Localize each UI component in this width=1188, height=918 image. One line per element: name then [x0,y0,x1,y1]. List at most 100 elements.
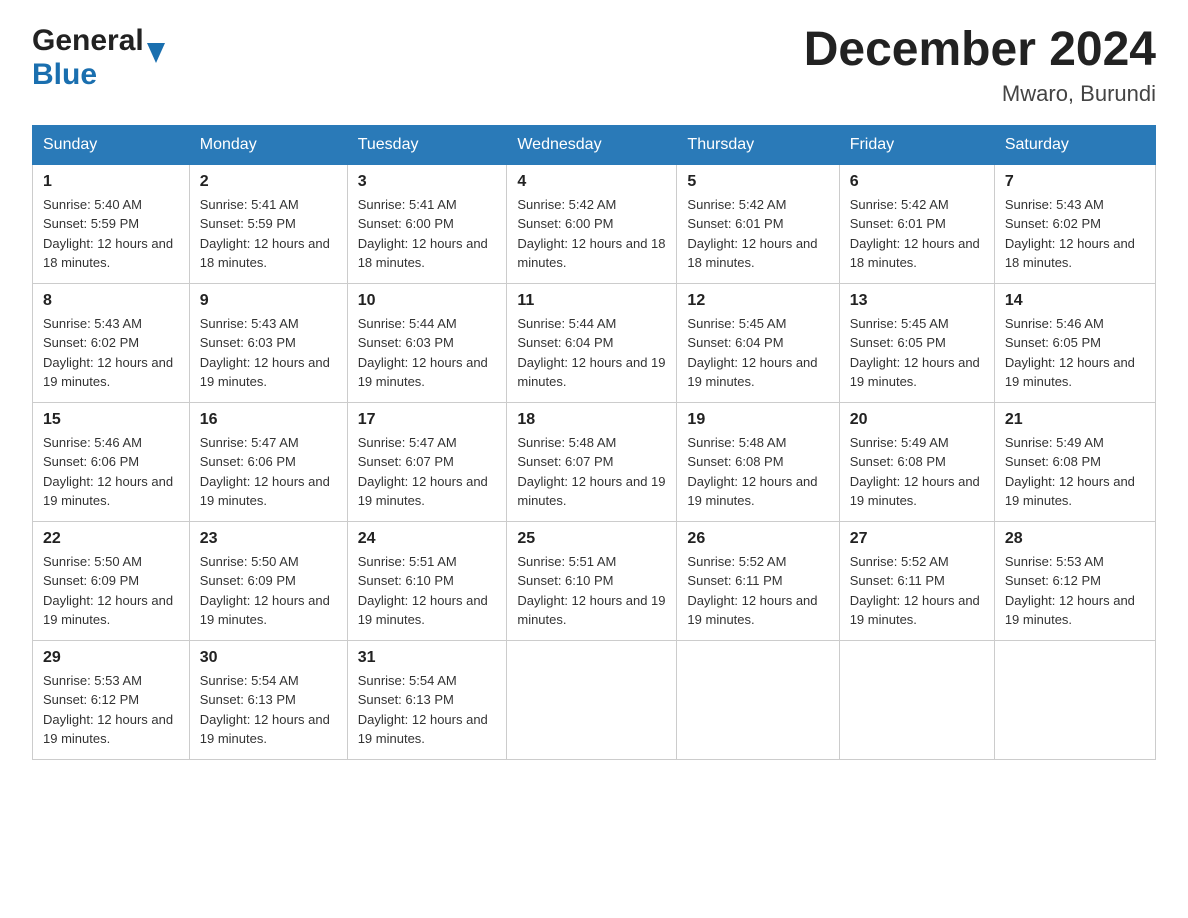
calendar-cell: 4Sunrise: 5:42 AMSunset: 6:00 PMDaylight… [507,164,677,283]
calendar-cell: 7 Sunrise: 5:43 AMSunset: 6:02 PMDaylight… [994,164,1155,283]
day-info: Sunrise: 5:44 AMSunset: 6:04 PMDaylight:… [517,316,665,390]
header-wednesday: Wednesday [507,125,677,164]
calendar-cell: 3Sunrise: 5:41 AMSunset: 6:00 PMDaylight… [347,164,507,283]
calendar-cell: 21 Sunrise: 5:49 AMSunset: 6:08 PMDayligh… [994,402,1155,521]
calendar-cell: 2 Sunrise: 5:41 AMSunset: 5:59 PMDaylight… [189,164,347,283]
day-number: 7 [1005,173,1145,191]
day-number: 15 [43,411,179,429]
day-info: Sunrise: 5:48 AMSunset: 6:07 PMDaylight:… [517,435,665,509]
day-number: 28 [1005,530,1145,548]
calendar-cell: 6Sunrise: 5:42 AMSunset: 6:01 PMDaylight… [839,164,994,283]
day-number: 19 [687,411,828,429]
week-row-3: 15 Sunrise: 5:46 AMSunset: 6:06 PMDayligh… [33,402,1156,521]
day-info: Sunrise: 5:44 AMSunset: 6:03 PMDaylight:… [358,316,488,390]
calendar-cell: 19 Sunrise: 5:48 AMSunset: 6:08 PMDayligh… [677,402,839,521]
calendar-cell: 20Sunrise: 5:49 AMSunset: 6:08 PMDayligh… [839,402,994,521]
day-number: 1 [43,173,179,191]
day-info: Sunrise: 5:52 AMSunset: 6:11 PMDaylight:… [687,554,817,628]
calendar-cell: 22Sunrise: 5:50 AMSunset: 6:09 PMDayligh… [33,521,190,640]
calendar-cell: 16Sunrise: 5:47 AMSunset: 6:06 PMDayligh… [189,402,347,521]
week-row-5: 29Sunrise: 5:53 AMSunset: 6:12 PMDayligh… [33,640,1156,759]
day-info: Sunrise: 5:42 AMSunset: 6:01 PMDaylight:… [687,197,817,271]
calendar-body: 1 Sunrise: 5:40 AMSunset: 5:59 PMDaylight… [33,164,1156,759]
day-number: 30 [200,649,337,667]
header-row: SundayMondayTuesdayWednesdayThursdayFrid… [33,125,1156,164]
calendar-cell: 8 Sunrise: 5:43 AMSunset: 6:02 PMDaylight… [33,283,190,402]
day-info: Sunrise: 5:40 AMSunset: 5:59 PMDaylight:… [43,197,173,271]
day-number: 20 [850,411,984,429]
calendar-cell: 25 Sunrise: 5:51 AMSunset: 6:10 PMDayligh… [507,521,677,640]
day-number: 12 [687,292,828,310]
header-monday: Monday [189,125,347,164]
day-info: Sunrise: 5:47 AMSunset: 6:07 PMDaylight:… [358,435,488,509]
day-info: Sunrise: 5:49 AMSunset: 6:08 PMDaylight:… [1005,435,1135,509]
calendar-cell: 14Sunrise: 5:46 AMSunset: 6:05 PMDayligh… [994,283,1155,402]
day-info: Sunrise: 5:46 AMSunset: 6:06 PMDaylight:… [43,435,173,509]
calendar-cell [994,640,1155,759]
day-number: 31 [358,649,497,667]
title-area: December 2024 Mwaro, Burundi [804,24,1156,107]
day-number: 10 [358,292,497,310]
day-number: 23 [200,530,337,548]
week-row-4: 22Sunrise: 5:50 AMSunset: 6:09 PMDayligh… [33,521,1156,640]
day-number: 25 [517,530,666,548]
calendar-cell: 13 Sunrise: 5:45 AMSunset: 6:05 PMDayligh… [839,283,994,402]
day-number: 24 [358,530,497,548]
day-info: Sunrise: 5:51 AMSunset: 6:10 PMDaylight:… [517,554,665,628]
day-info: Sunrise: 5:43 AMSunset: 6:02 PMDaylight:… [1005,197,1135,271]
calendar-cell: 27Sunrise: 5:52 AMSunset: 6:11 PMDayligh… [839,521,994,640]
day-info: Sunrise: 5:45 AMSunset: 6:05 PMDaylight:… [850,316,980,390]
day-number: 22 [43,530,179,548]
day-number: 26 [687,530,828,548]
day-info: Sunrise: 5:41 AMSunset: 5:59 PMDaylight:… [200,197,330,271]
day-number: 9 [200,292,337,310]
calendar-cell: 23Sunrise: 5:50 AMSunset: 6:09 PMDayligh… [189,521,347,640]
calendar-cell: 11 Sunrise: 5:44 AMSunset: 6:04 PMDayligh… [507,283,677,402]
calendar-cell: 29Sunrise: 5:53 AMSunset: 6:12 PMDayligh… [33,640,190,759]
header-thursday: Thursday [677,125,839,164]
header-saturday: Saturday [994,125,1155,164]
calendar-cell [677,640,839,759]
day-number: 5 [687,173,828,191]
calendar-cell: 9 Sunrise: 5:43 AMSunset: 6:03 PMDaylight… [189,283,347,402]
header-friday: Friday [839,125,994,164]
calendar-cell: 28 Sunrise: 5:53 AMSunset: 6:12 PMDayligh… [994,521,1155,640]
day-number: 8 [43,292,179,310]
day-number: 2 [200,173,337,191]
header-tuesday: Tuesday [347,125,507,164]
day-info: Sunrise: 5:48 AMSunset: 6:08 PMDaylight:… [687,435,817,509]
day-info: Sunrise: 5:47 AMSunset: 6:06 PMDaylight:… [200,435,330,509]
day-info: Sunrise: 5:43 AMSunset: 6:02 PMDaylight:… [43,316,173,390]
calendar-cell: 12Sunrise: 5:45 AMSunset: 6:04 PMDayligh… [677,283,839,402]
day-info: Sunrise: 5:43 AMSunset: 6:03 PMDaylight:… [200,316,330,390]
calendar-cell: 26 Sunrise: 5:52 AMSunset: 6:11 PMDayligh… [677,521,839,640]
day-info: Sunrise: 5:41 AMSunset: 6:00 PMDaylight:… [358,197,488,271]
logo: General Blue [32,24,147,92]
calendar-header: SundayMondayTuesdayWednesdayThursdayFrid… [33,125,1156,164]
day-number: 6 [850,173,984,191]
calendar-cell: 1 Sunrise: 5:40 AMSunset: 5:59 PMDaylight… [33,164,190,283]
logo-general-text: General [32,24,144,58]
day-info: Sunrise: 5:51 AMSunset: 6:10 PMDaylight:… [358,554,488,628]
calendar-cell: 30 Sunrise: 5:54 AMSunset: 6:13 PMDayligh… [189,640,347,759]
day-info: Sunrise: 5:54 AMSunset: 6:13 PMDaylight:… [358,673,488,747]
day-number: 13 [850,292,984,310]
day-number: 27 [850,530,984,548]
day-number: 18 [517,411,666,429]
day-info: Sunrise: 5:54 AMSunset: 6:13 PMDaylight:… [200,673,330,747]
week-row-1: 1 Sunrise: 5:40 AMSunset: 5:59 PMDaylight… [33,164,1156,283]
logo-arrow-icon [147,43,165,63]
day-number: 4 [517,173,666,191]
calendar-cell: 15 Sunrise: 5:46 AMSunset: 6:06 PMDayligh… [33,402,190,521]
day-number: 17 [358,411,497,429]
day-number: 21 [1005,411,1145,429]
day-info: Sunrise: 5:53 AMSunset: 6:12 PMDaylight:… [1005,554,1135,628]
main-title: December 2024 [804,24,1156,77]
calendar-cell [839,640,994,759]
page-header: General Blue December 2024 Mwaro, Burund… [32,24,1156,107]
calendar-cell: 10 Sunrise: 5:44 AMSunset: 6:03 PMDayligh… [347,283,507,402]
logo-blue-text: Blue [32,58,97,91]
week-row-2: 8 Sunrise: 5:43 AMSunset: 6:02 PMDaylight… [33,283,1156,402]
day-number: 11 [517,292,666,310]
day-info: Sunrise: 5:46 AMSunset: 6:05 PMDaylight:… [1005,316,1135,390]
